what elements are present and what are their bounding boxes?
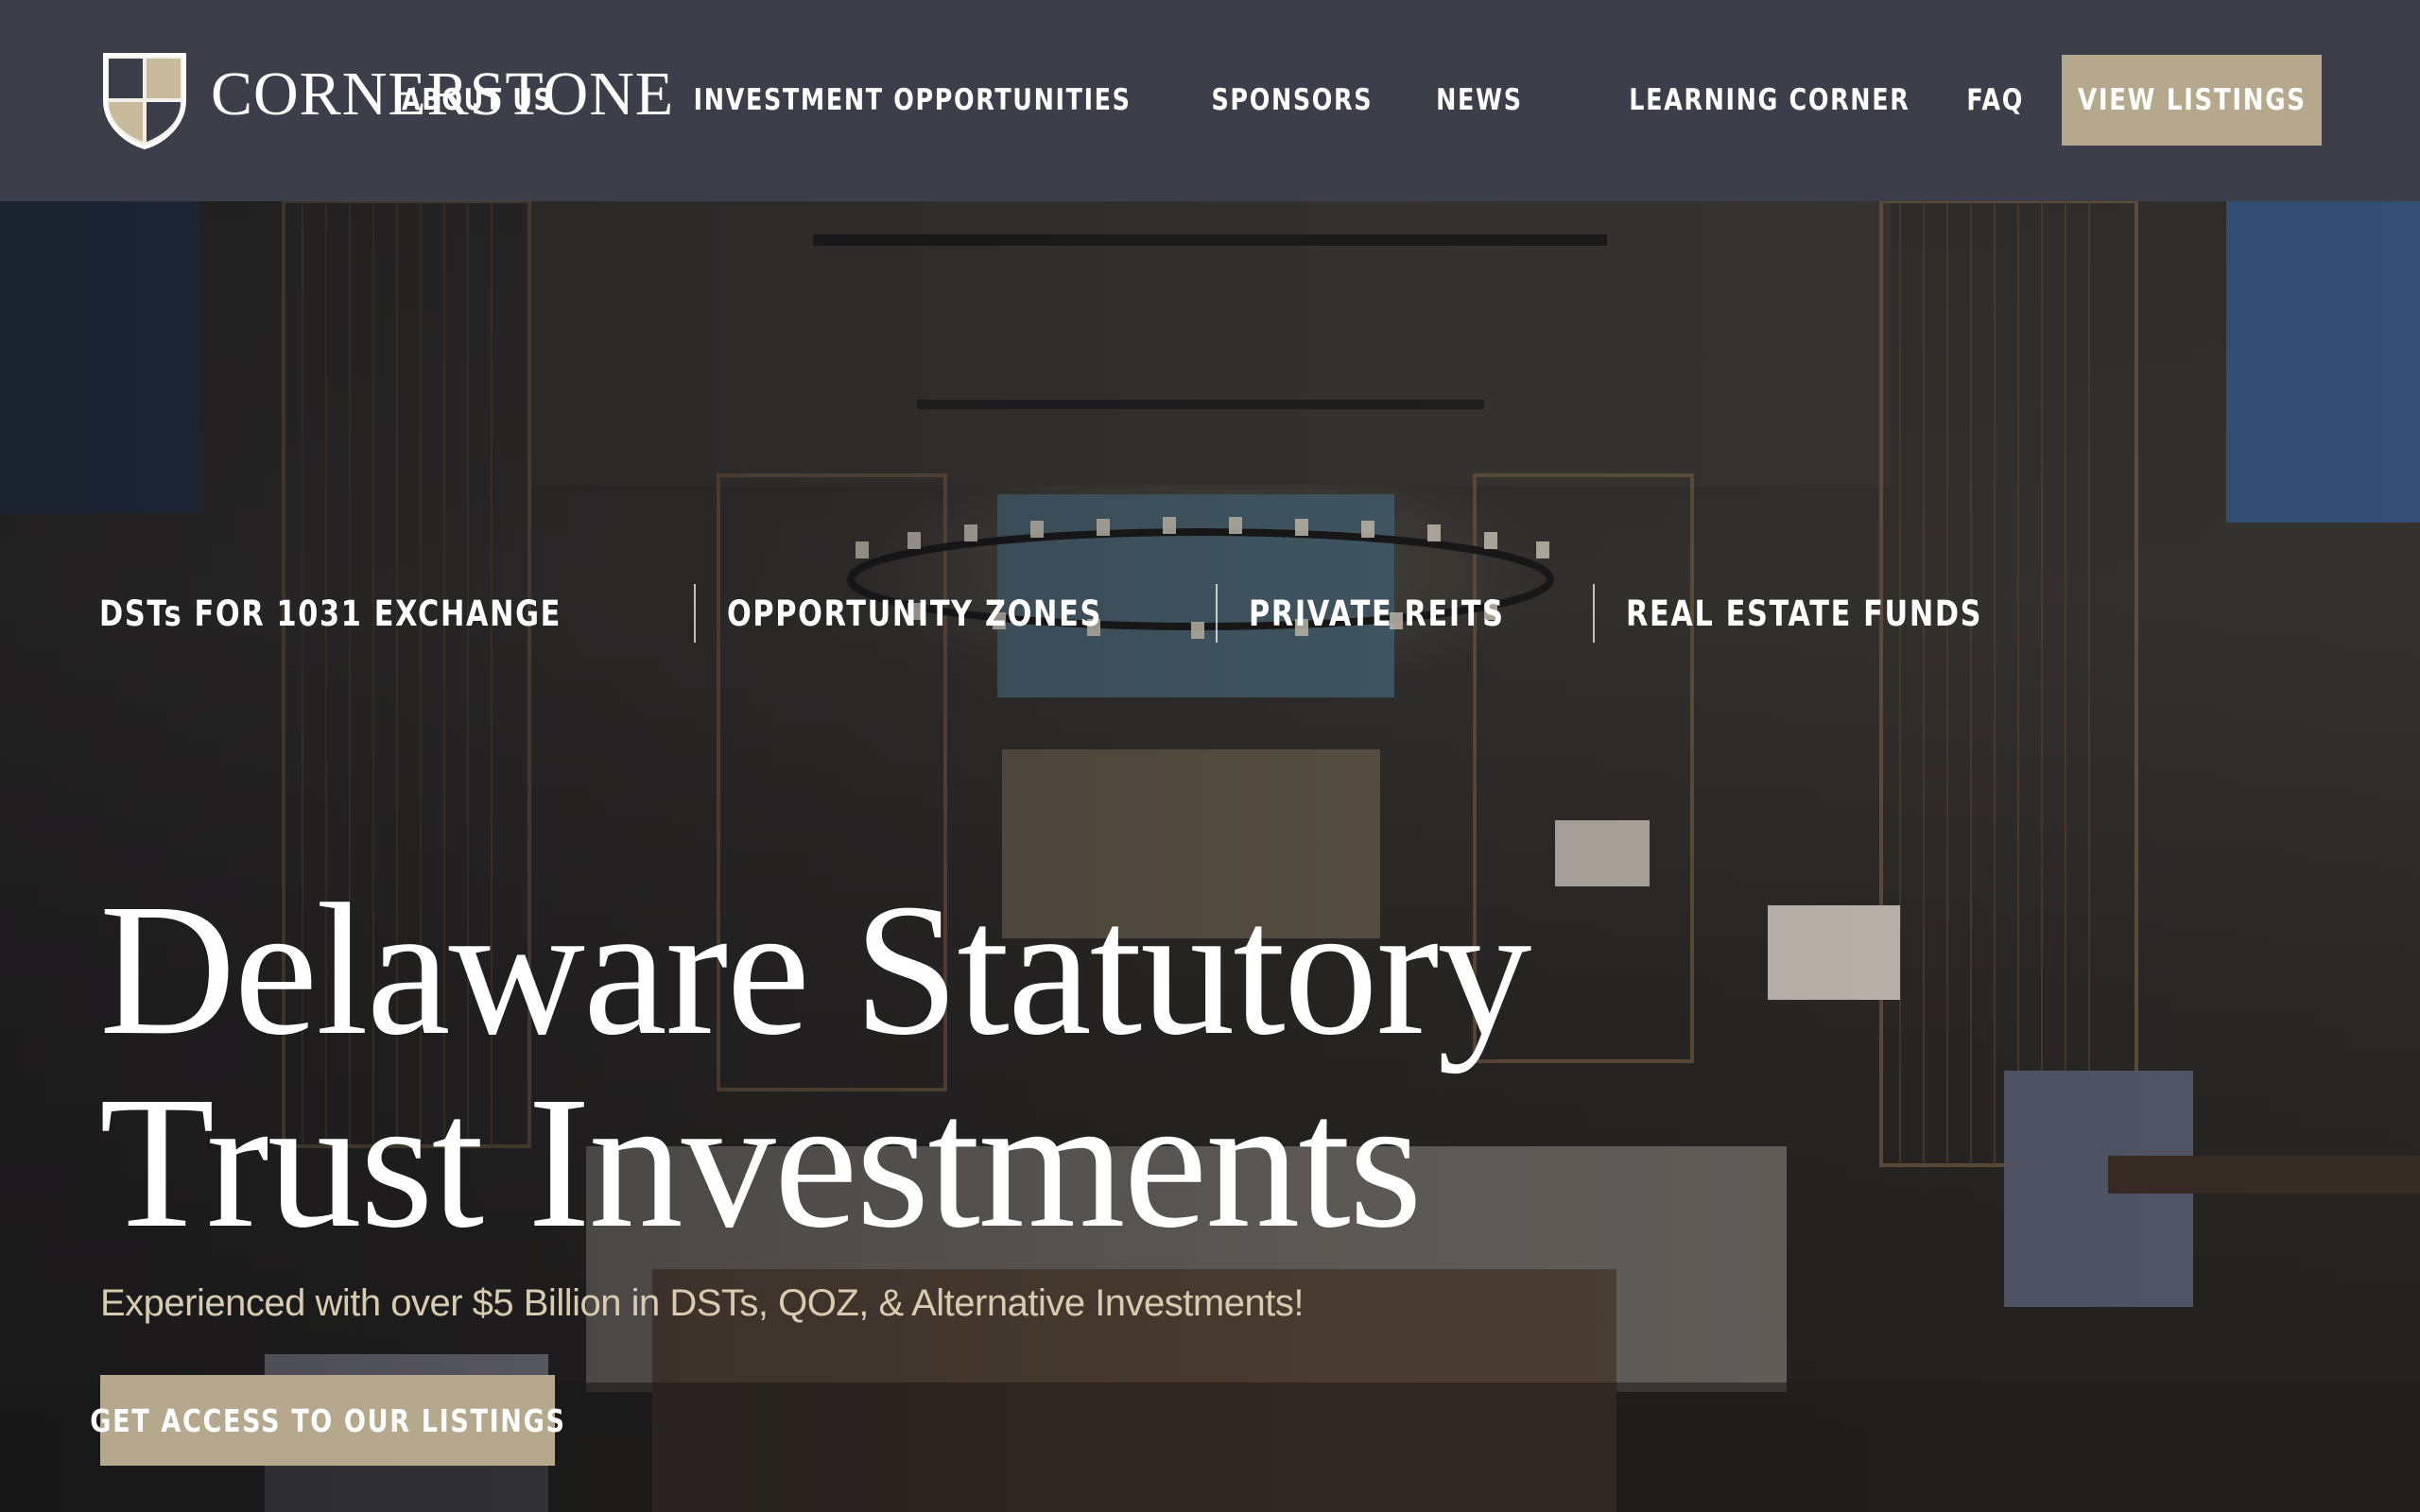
- tag-divider: [1216, 584, 1219, 643]
- main-nav: ABOUT US INVESTMENT OPPORTUNITIES SPONSO…: [324, 55, 2322, 146]
- nav-news[interactable]: NEWS: [1436, 83, 1523, 117]
- tag-dsts-1031[interactable]: DSTs FOR 1031 EXCHANGE: [99, 593, 663, 634]
- tag-real-estate-funds[interactable]: REAL ESTATE FUNDS: [1626, 593, 2061, 634]
- get-access-button[interactable]: GET ACCESS TO OUR LISTINGS: [90, 1375, 564, 1466]
- tag-opportunity-zones[interactable]: OPPORTUNITY ZONES: [727, 593, 1184, 634]
- nav-investment-opportunities[interactable]: INVESTMENT OPPORTUNITIES: [694, 83, 1132, 117]
- site-header: CORNERSTONE ABOUT US INVESTMENT OPPORTUN…: [0, 0, 2420, 201]
- headline-line-2: Trust Investments: [99, 1058, 1423, 1267]
- nav-learning-corner[interactable]: LEARNING CORNER: [1629, 83, 1910, 117]
- nav-about-us[interactable]: ABOUT US: [403, 83, 554, 117]
- get-access-label: GET ACCESS TO OUR LISTINGS: [89, 1401, 566, 1439]
- tag-divider: [1592, 584, 1595, 643]
- tag-divider: [694, 584, 697, 643]
- view-listings-label: VIEW LISTINGS: [2077, 83, 2307, 117]
- tag-private-reits[interactable]: PRIVATE REITS: [1249, 593, 1561, 634]
- category-tags: DSTs FOR 1031 EXCHANGE OPPORTUNITY ZONES…: [99, 583, 2061, 644]
- nav-faq[interactable]: FAQ: [1966, 83, 2024, 117]
- nav-sponsors[interactable]: SPONSORS: [1211, 83, 1373, 117]
- view-listings-button[interactable]: VIEW LISTINGS: [2062, 55, 2322, 146]
- shield-icon: [103, 53, 186, 150]
- hero-headline: Delaware Statutory Trust Investments: [99, 866, 1531, 1267]
- headline-line-1: Delaware Statutory: [99, 866, 1531, 1074]
- hero-subtitle: Experienced with over $5 Billion in DSTs…: [100, 1282, 1304, 1324]
